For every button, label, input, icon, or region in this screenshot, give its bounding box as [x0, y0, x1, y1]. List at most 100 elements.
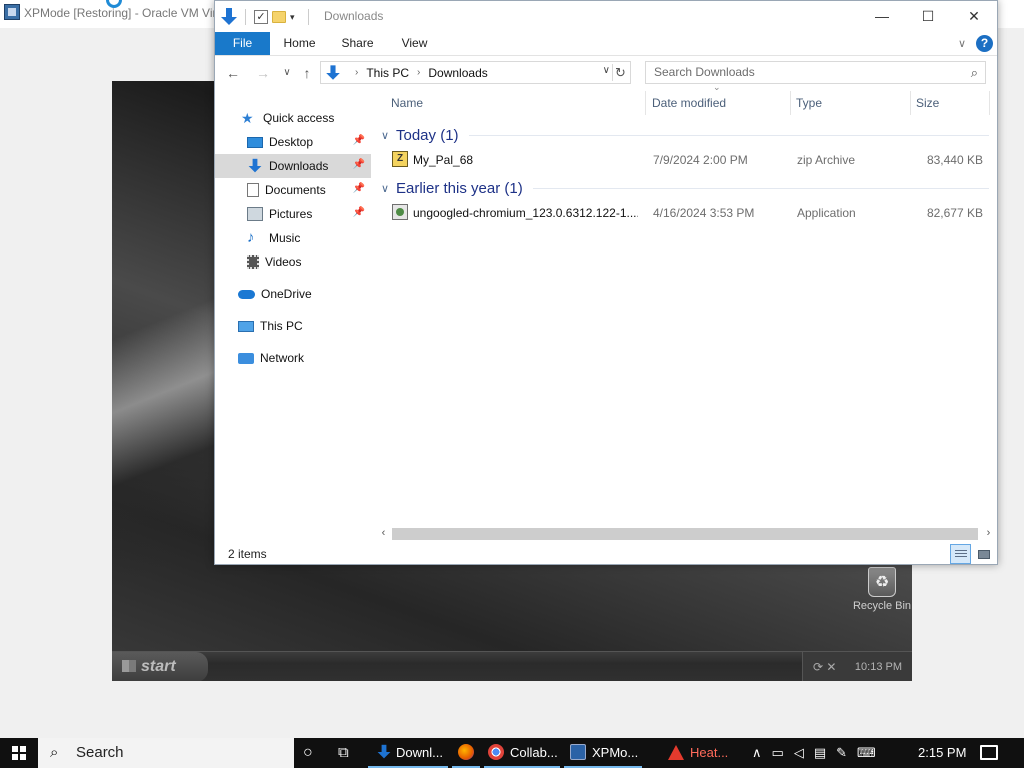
show-hidden-icons-icon[interactable]: ∧: [752, 738, 762, 768]
forward-button[interactable]: →: [253, 63, 273, 83]
tab-file[interactable]: File: [215, 32, 270, 55]
taskbar-search-box[interactable]: ⌕ Search: [38, 738, 294, 768]
documents-icon: [247, 183, 259, 197]
downloads-icon: [377, 744, 391, 759]
nav-desktop[interactable]: Desktop 📌: [215, 130, 371, 154]
expand-ribbon-icon[interactable]: ∨: [958, 37, 966, 50]
column-divider[interactable]: [989, 91, 990, 115]
windows-flag-icon: [122, 660, 136, 672]
nav-videos[interactable]: Videos: [215, 250, 371, 274]
nav-onedrive[interactable]: OneDrive: [215, 282, 371, 306]
scrollbar-thumb[interactable]: [392, 528, 978, 540]
computer-icon: [238, 320, 254, 332]
start-button[interactable]: [0, 738, 38, 768]
virtualbox-icon: [570, 744, 586, 760]
nav-this-pc[interactable]: This PC: [215, 314, 371, 338]
tab-share[interactable]: Share: [330, 32, 385, 55]
chevron-down-icon: ∨: [381, 129, 390, 142]
virtualbox-title: XPMode [Restoring] - Oracle VM Vir: [24, 6, 217, 20]
pin-icon[interactable]: 📌: [353, 183, 365, 194]
recent-locations-button[interactable]: ∨: [277, 63, 297, 83]
address-box[interactable]: › This PC › Downloads ∨ ↻: [320, 61, 631, 84]
nav-music[interactable]: ♪ Music: [215, 226, 371, 250]
group-title: Earlier this year (1): [396, 179, 523, 197]
scroll-right-icon[interactable]: ›: [980, 525, 997, 542]
details-view-icon: [955, 550, 967, 559]
maximize-button[interactable]: ☐: [905, 1, 951, 31]
back-button[interactable]: ←: [223, 63, 243, 83]
xp-tray-icons[interactable]: ⟳ ✕: [813, 652, 836, 681]
taskbar-item-firefox[interactable]: [452, 738, 480, 768]
breadcrumb-chevron-icon[interactable]: ›: [355, 67, 358, 78]
search-icon[interactable]: ⌕: [971, 62, 978, 83]
group-divider: [532, 187, 989, 189]
tab-view[interactable]: View: [387, 32, 442, 55]
taskbar-item-downloads[interactable]: Downl...: [368, 738, 448, 768]
xp-system-tray: ⟳ ✕ 10:13 PM: [802, 652, 912, 681]
minimize-button[interactable]: —: [859, 1, 905, 31]
ribbon-right-controls: ∨ ?: [958, 35, 993, 52]
up-button[interactable]: ↑: [297, 63, 317, 83]
pin-icon[interactable]: 📌: [353, 207, 365, 218]
column-header-name[interactable]: Name: [391, 89, 423, 117]
nav-network[interactable]: Network: [215, 346, 371, 370]
pen-icon[interactable]: ✎: [836, 738, 847, 768]
breadcrumb-chevron-icon[interactable]: ›: [417, 67, 420, 78]
large-icons-view-button[interactable]: [973, 544, 994, 564]
horizontal-scrollbar[interactable]: ‹ ›: [375, 525, 997, 542]
group-divider: [468, 134, 989, 136]
column-header-type[interactable]: Type: [796, 89, 822, 117]
volume-icon[interactable]: ◁: [794, 738, 804, 768]
notification-center-icon[interactable]: [980, 745, 998, 760]
refresh-button[interactable]: ↻: [612, 64, 628, 81]
nav-pictures[interactable]: Pictures 📌: [215, 202, 371, 226]
file-name: My_Pal_68: [413, 153, 474, 167]
pin-icon[interactable]: 📌: [353, 135, 365, 146]
group-header-today[interactable]: ∨ Today (1): [375, 124, 995, 146]
column-divider[interactable]: [790, 91, 791, 115]
file-row[interactable]: My_Pal_68 7/9/2024 2:00 PM zip Archive 8…: [375, 149, 995, 171]
column-divider[interactable]: [645, 91, 646, 115]
nav-documents[interactable]: Documents 📌: [215, 178, 371, 202]
navigation-pane: ★ Quick access Desktop 📌 Downloads 📌 Docu…: [215, 100, 375, 540]
file-size: 82,677 KB: [926, 206, 983, 220]
taskbar-item-heat-warning[interactable]: Heat...: [664, 738, 744, 768]
customize-toolbar-icon[interactable]: ▾: [290, 12, 300, 22]
clipboard-icon[interactable]: ▤: [814, 738, 826, 768]
task-view-button[interactable]: ⧉: [338, 738, 349, 768]
item-count: 2 items: [228, 547, 267, 561]
nav-label: Videos: [265, 255, 302, 269]
search-input[interactable]: Search Downloads ⌕: [645, 61, 986, 84]
taskbar-item-chrome[interactable]: Collab...: [484, 738, 560, 768]
recycle-bin-shortcut[interactable]: ♻ Recycle Bin: [842, 567, 912, 612]
help-icon[interactable]: ?: [976, 35, 993, 52]
group-title: Today (1): [396, 126, 459, 144]
nav-downloads[interactable]: Downloads 📌: [215, 154, 371, 178]
keyboard-icon[interactable]: ⌨: [857, 738, 876, 768]
breadcrumb-downloads[interactable]: Downloads: [428, 66, 487, 80]
properties-icon[interactable]: ✓: [254, 10, 268, 24]
tab-home[interactable]: Home: [272, 32, 327, 55]
address-dropdown-icon[interactable]: ∨: [603, 65, 610, 76]
file-row[interactable]: ungoogled-chromium_123.0.6312.122-1.... …: [375, 202, 995, 224]
scroll-left-icon[interactable]: ‹: [375, 525, 392, 542]
new-folder-icon[interactable]: [272, 11, 286, 23]
pin-icon[interactable]: 📌: [353, 159, 365, 170]
column-header-date[interactable]: Date modified: [652, 89, 726, 117]
taskbar-item-virtualbox[interactable]: XPMo...: [564, 738, 642, 768]
cortana-button[interactable]: ○: [303, 738, 313, 768]
breadcrumb-this-pc[interactable]: This PC: [366, 66, 409, 80]
taskbar-clock[interactable]: 2:15 PM: [918, 738, 966, 768]
taskbar-item-label: XPMo...: [592, 745, 639, 760]
close-button[interactable]: ✕: [951, 1, 997, 31]
column-header-size[interactable]: Size: [916, 89, 939, 117]
network-icon[interactable]: ▭: [772, 738, 784, 768]
details-view-button[interactable]: [950, 544, 971, 564]
xp-start-button[interactable]: start: [112, 652, 208, 681]
xp-taskbar: start ⟳ ✕ 10:13 PM: [112, 651, 912, 681]
nav-quick-access[interactable]: ★ Quick access: [215, 106, 371, 130]
column-divider[interactable]: [910, 91, 911, 115]
group-header-earlier-this-year[interactable]: ∨ Earlier this year (1): [375, 177, 995, 199]
file-date: 4/16/2024 3:53 PM: [653, 206, 755, 220]
explorer-titlebar[interactable]: ✓ ▾ Downloads — ☐ ✕: [215, 1, 997, 32]
